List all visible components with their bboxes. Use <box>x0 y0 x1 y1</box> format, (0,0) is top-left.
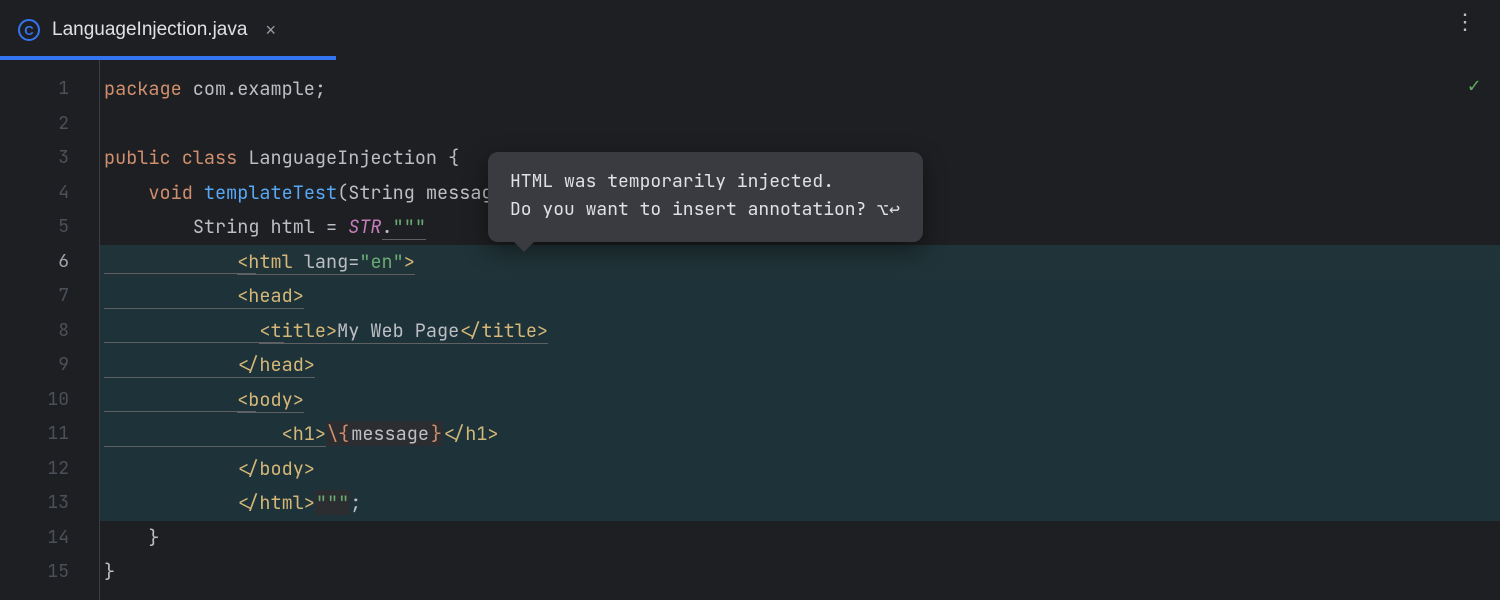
intention-tooltip[interactable]: HTML was temporarily injected. Do you wa… <box>488 152 923 242</box>
keyboard-shortcut: ⌥↩ <box>877 198 901 221</box>
line-number[interactable]: 14 <box>0 521 99 556</box>
editor[interactable]: 1 2 3 4 5 6 7 8 9 10 11 12 13 14 15 ✓ HT… <box>0 60 1500 600</box>
injection-underline <box>104 411 256 412</box>
code-line[interactable]: } <box>100 521 1500 556</box>
code-line[interactable]: </body> <box>100 452 1500 487</box>
line-number-current[interactable]: 6 <box>0 245 99 280</box>
injection-underline <box>104 273 256 274</box>
gutter: 1 2 3 4 5 6 7 8 9 10 11 12 13 14 15 <box>0 60 100 600</box>
code-area[interactable]: ✓ HTML was temporarily injected. Do you … <box>100 60 1500 600</box>
line-number[interactable]: 1 <box>0 72 99 107</box>
tab-filename: LanguageInjection.java <box>52 19 247 41</box>
code-line[interactable]: </html>"""; <box>100 486 1500 521</box>
line-number[interactable]: 8 <box>0 314 99 349</box>
code-line[interactable]: <title>My Web Page</title> <box>100 314 1500 349</box>
code-line[interactable]: <body> <box>100 383 1500 418</box>
line-number[interactable]: 11 <box>0 417 99 452</box>
line-number[interactable]: 2 <box>0 107 99 142</box>
line-number[interactable]: 12 <box>0 452 99 487</box>
code-line[interactable]: package com.example; <box>100 72 1500 107</box>
line-number[interactable]: 4 <box>0 176 99 211</box>
line-number[interactable]: 10 <box>0 383 99 418</box>
line-number[interactable]: 5 <box>0 210 99 245</box>
code-line[interactable]: } <box>100 555 1500 590</box>
injection-underline <box>104 446 296 447</box>
tab-bar: C LanguageInjection.java × ⋮ <box>0 0 1500 60</box>
line-number[interactable]: 13 <box>0 486 99 521</box>
more-actions-icon[interactable]: ⋮ <box>1454 18 1478 26</box>
line-number[interactable]: 15 <box>0 555 99 590</box>
code-line[interactable]: <h1>\{message}</h1> <box>100 417 1500 452</box>
code-line-current[interactable]: <html lang="en"> <box>100 245 1500 280</box>
line-number[interactable]: 9 <box>0 348 99 383</box>
injection-underline <box>104 342 284 343</box>
code-line[interactable]: </head> <box>100 348 1500 383</box>
tooltip-line-2: Do you want to insert annotation? ⌥↩ <box>510 196 901 224</box>
code-line[interactable]: <head> <box>100 279 1500 314</box>
line-number[interactable]: 3 <box>0 141 99 176</box>
tooltip-line-1: HTML was temporarily injected. <box>510 168 901 196</box>
file-tab[interactable]: C LanguageInjection.java × <box>0 0 300 60</box>
class-file-icon: C <box>18 19 40 41</box>
injection-underline <box>104 377 256 378</box>
tooltip-arrow-icon <box>514 242 534 252</box>
code-line[interactable] <box>100 107 1500 142</box>
line-number[interactable]: 7 <box>0 279 99 314</box>
injection-underline <box>104 308 256 309</box>
close-icon[interactable]: × <box>259 18 282 43</box>
